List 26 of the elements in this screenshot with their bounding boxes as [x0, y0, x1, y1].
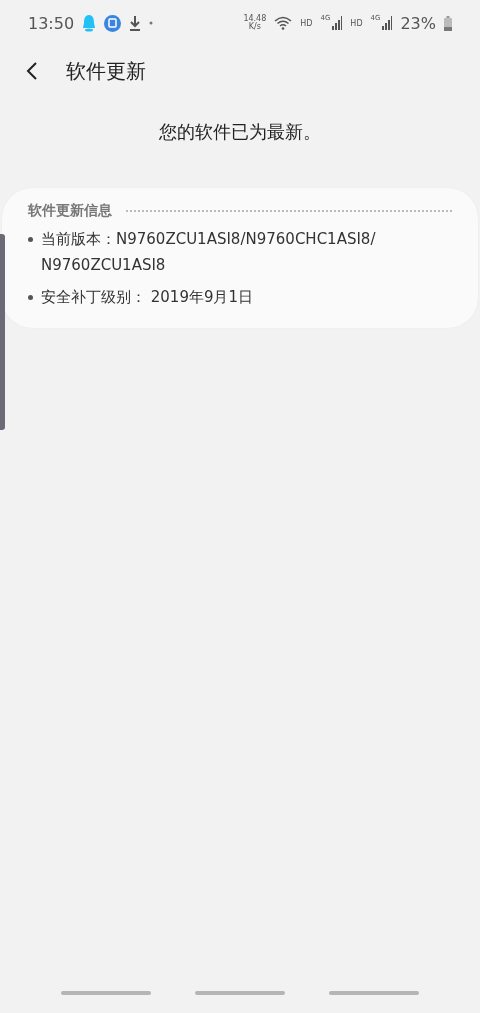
download-icon [129, 15, 142, 31]
nav-gesture-bar[interactable] [329, 991, 419, 995]
bullet-icon [28, 295, 33, 300]
net-speed: 14.48 [243, 15, 267, 23]
signal-icon [332, 16, 343, 30]
nav-gesture-bar[interactable] [195, 991, 285, 995]
status-message: 您的软件已为最新。 [158, 120, 322, 144]
hd-label: HD [350, 18, 363, 28]
net-unit: K/s [248, 23, 261, 31]
page-title: 软件更新 [66, 57, 146, 85]
bell-icon [82, 14, 97, 32]
back-icon [26, 61, 38, 81]
dot-icon [149, 21, 154, 25]
battery-percent: 23% [400, 13, 436, 33]
bullet-icon [28, 237, 33, 242]
nav-gesture-bar[interactable] [61, 991, 151, 995]
info-text: 当前版本：N9760ZCU1ASI8/N9760CHC1ASI8/N9760ZCU1ASI8 [41, 229, 377, 276]
wifi-icon [274, 16, 293, 30]
battery-icon [444, 15, 452, 31]
hd-label: HD [300, 18, 313, 28]
info-text: 安全补丁级别： 2019年9月1日 [41, 287, 254, 308]
card-title: 软件更新信息 [28, 202, 112, 220]
app-icon [104, 14, 122, 32]
status-time: 13:50 [28, 13, 75, 33]
edge-panel-handle[interactable] [0, 234, 5, 430]
signal-icon [382, 16, 393, 30]
